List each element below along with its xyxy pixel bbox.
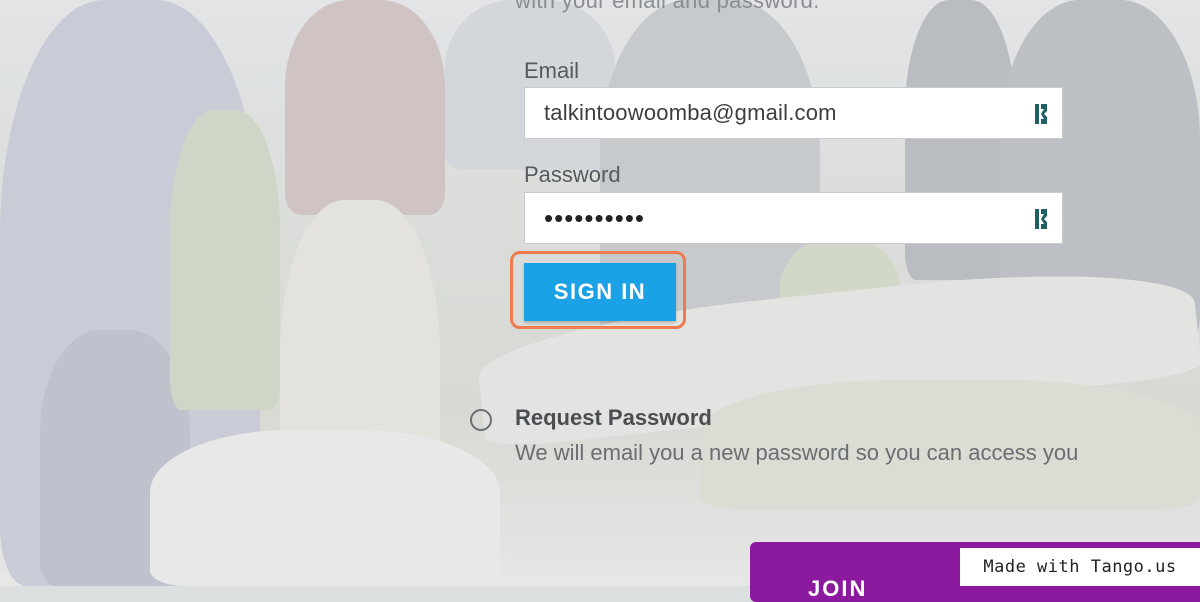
keeper-icon[interactable] (1034, 207, 1052, 231)
email-label: Email (524, 58, 580, 83)
password-value: •••••••••• (544, 203, 646, 233)
tango-watermark: Made with Tango.us (960, 548, 1200, 586)
keeper-icon[interactable] (1034, 102, 1052, 126)
sign-in-button[interactable]: SIGN IN (524, 263, 676, 321)
join-button-label: JOIN (808, 576, 868, 601)
radio-unchecked-icon[interactable] (470, 409, 492, 431)
request-password-title[interactable]: Request Password (515, 405, 712, 431)
login-instructions: with your email and password. (515, 0, 820, 13)
password-field[interactable]: •••••••••• (524, 192, 1063, 244)
request-password-description: We will email you a new password so you … (515, 440, 1079, 465)
email-field[interactable]: talkintoowoomba@gmail.com (524, 87, 1063, 139)
email-value: talkintoowoomba@gmail.com (544, 100, 837, 125)
password-label: Password (524, 162, 621, 187)
